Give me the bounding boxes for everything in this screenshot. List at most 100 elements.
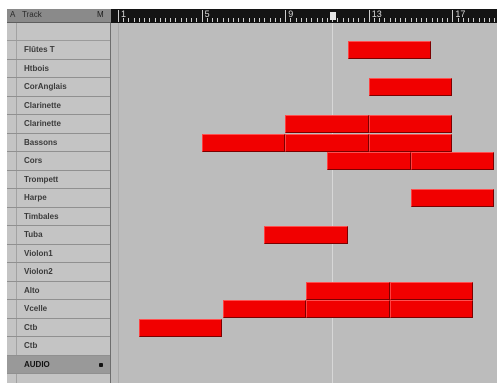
midi-part[interactable] — [410, 189, 495, 207]
ruler-tick — [405, 18, 407, 22]
track-row[interactable]: Tuba — [7, 226, 110, 245]
midi-part[interactable] — [368, 133, 453, 152]
ruler-bar-line — [201, 10, 203, 22]
empty-track-row[interactable] — [7, 23, 110, 41]
ruler-tick — [138, 18, 140, 22]
ruler-tick — [483, 18, 485, 22]
midi-part[interactable] — [306, 281, 390, 300]
ruler-tick — [133, 18, 135, 22]
track-name: Flûtes T — [24, 45, 55, 54]
track-list: Flûtes T Htbois CorAnglais Clarinette Clarin… — [7, 23, 111, 383]
column-header-m[interactable]: M — [97, 10, 104, 19]
track-name: Violon1 — [24, 248, 53, 258]
track-row[interactable]: Vcelle — [7, 300, 110, 319]
arrange-area[interactable] — [111, 23, 497, 383]
track-row[interactable]: CorAnglais — [7, 78, 110, 97]
track-name: Trompett — [24, 174, 59, 184]
track-name: Htbois — [24, 63, 49, 73]
ruler-tick — [494, 18, 496, 22]
ruler-tick — [128, 18, 130, 22]
ruler-tick — [327, 18, 328, 22]
track-row[interactable]: Violon2 — [7, 263, 110, 282]
ruler-tick — [468, 18, 470, 22]
ruler-bar-number: 9 — [288, 9, 294, 19]
track-name: Bassons — [24, 137, 58, 147]
record-indicator-icon[interactable] — [99, 362, 103, 367]
song-position-cursor[interactable] — [332, 23, 333, 383]
track-name: Alto — [24, 285, 40, 295]
midi-part[interactable] — [389, 281, 474, 300]
ruler-bar-number: 13 — [371, 9, 382, 19]
track-row[interactable]: Clarinette — [7, 115, 110, 134]
time-ruler[interactable]: 1 5 9 13 17 — [111, 9, 497, 23]
ruler-tick — [264, 18, 266, 22]
midi-part[interactable] — [368, 115, 453, 133]
midi-part[interactable] — [327, 152, 411, 170]
ruler-tick — [227, 18, 229, 22]
track-row[interactable]: Bassons — [7, 134, 110, 152]
midi-part[interactable] — [222, 300, 307, 318]
ruler-bar-number: 1 — [121, 9, 127, 19]
midi-part[interactable] — [368, 78, 453, 96]
midi-part[interactable] — [347, 41, 432, 59]
ruler-bar-line — [452, 10, 454, 22]
ruler-tick — [232, 18, 234, 22]
song-position-marker[interactable] — [330, 12, 336, 20]
track-name: AUDIO — [24, 359, 50, 369]
left-locator-line — [118, 23, 119, 383]
ruler-tick — [222, 18, 224, 22]
ruler-tick — [274, 18, 276, 22]
ruler-tick — [185, 18, 187, 22]
ruler-tick — [473, 18, 475, 22]
column-header-track[interactable]: Track — [22, 10, 42, 19]
track-row[interactable]: Harpe — [7, 189, 110, 208]
track-row[interactable]: Alto — [7, 282, 110, 300]
ruler-tick — [415, 18, 417, 22]
ruler-tick — [488, 18, 490, 22]
ruler-tick — [436, 18, 438, 22]
midi-part[interactable] — [138, 318, 223, 337]
midi-part[interactable] — [285, 133, 369, 152]
track-row[interactable]: Cors — [7, 152, 110, 171]
track-row[interactable]: Violon1 — [7, 245, 110, 263]
ruler-tick — [149, 18, 151, 22]
ruler-tick — [478, 18, 480, 22]
track-row[interactable]: Ctb — [7, 319, 110, 337]
ruler-tick — [175, 18, 177, 22]
ruler-tick — [394, 18, 396, 22]
ruler-bar-number: 5 — [204, 9, 210, 19]
ruler-tick — [337, 18, 339, 22]
ruler-tick — [159, 18, 161, 22]
ruler-tick — [311, 18, 313, 22]
track-row[interactable]: Ctb — [7, 337, 110, 356]
track-row[interactable]: Clarinette — [7, 97, 110, 115]
ruler-tick — [426, 18, 428, 22]
midi-part[interactable] — [306, 300, 390, 318]
ruler-tick — [248, 18, 250, 22]
midi-part[interactable] — [410, 152, 495, 170]
ruler-tick — [347, 18, 349, 22]
track-row[interactable]: Htbois — [7, 60, 110, 78]
ruler-tick — [421, 18, 423, 22]
midi-part[interactable] — [389, 300, 474, 318]
midi-part[interactable] — [201, 133, 286, 152]
track-name: Violon2 — [24, 267, 53, 276]
ruler-bar-line — [118, 10, 119, 22]
column-header-a[interactable]: A — [10, 10, 15, 19]
ruler-tick — [191, 18, 193, 22]
track-row[interactable]: AUDIO — [7, 355, 110, 374]
ruler-tick — [431, 18, 433, 22]
ruler-tick — [384, 18, 386, 22]
ruler-bar-number: 17 — [455, 9, 466, 19]
ruler-tick — [321, 18, 323, 22]
ruler-tick — [243, 18, 245, 22]
ruler-tick — [259, 18, 261, 22]
ruler-tick — [279, 18, 281, 22]
midi-part[interactable] — [264, 226, 348, 244]
midi-part[interactable] — [285, 115, 369, 133]
track-row[interactable]: Timbales — [7, 208, 110, 226]
ruler-tick — [165, 18, 167, 22]
track-row[interactable]: Trompett — [7, 171, 110, 189]
track-row[interactable]: Flûtes T — [7, 41, 110, 60]
ruler-bar-line — [368, 10, 370, 22]
